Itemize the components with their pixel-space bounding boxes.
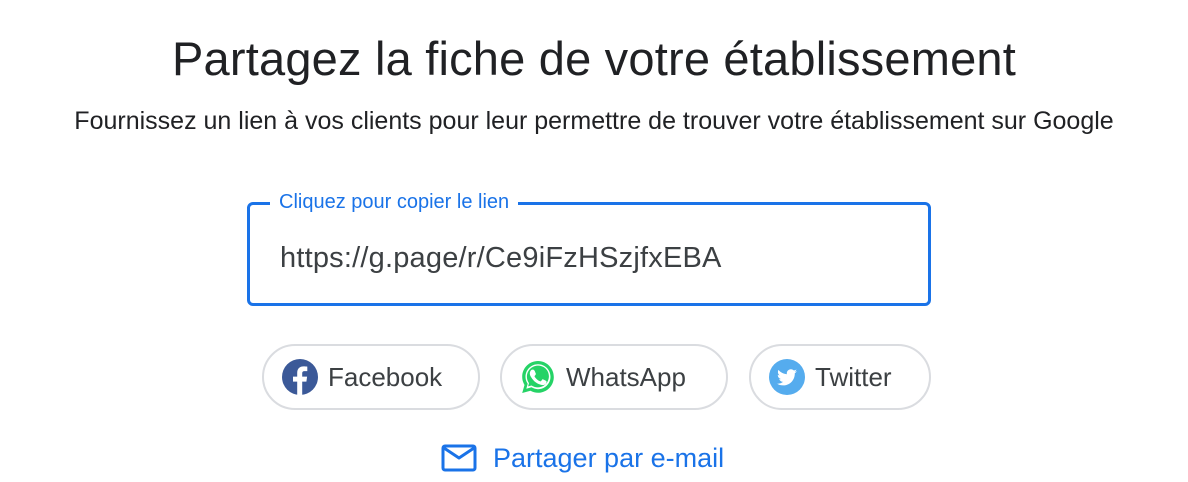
twitter-share-button[interactable]: Twitter bbox=[749, 344, 931, 410]
social-share-buttons: Facebook WhatsApp Twitter bbox=[0, 344, 1188, 410]
share-business-panel: Partagez la fiche de votre établissement… bbox=[0, 0, 1188, 482]
twitter-icon bbox=[769, 359, 805, 395]
whatsapp-icon bbox=[520, 359, 556, 395]
page-subtitle: Fournissez un lien à vos clients pour le… bbox=[74, 107, 1114, 135]
share-link-value[interactable]: https://g.page/r/Ce9iFzHSzjfxEBA bbox=[280, 239, 722, 277]
email-share-label: Partager par e-mail bbox=[493, 443, 725, 473]
email-share-link[interactable]: Partager par e-mail bbox=[441, 438, 724, 478]
copy-link-label: Cliquez pour copier le lien bbox=[270, 188, 519, 216]
whatsapp-share-button[interactable]: WhatsApp bbox=[500, 344, 728, 410]
facebook-share-label: Facebook bbox=[328, 362, 443, 392]
whatsapp-share-label: WhatsApp bbox=[566, 362, 686, 392]
copy-link-field[interactable]: Cliquez pour copier le lien https://g.pa… bbox=[247, 188, 931, 306]
mail-icon bbox=[441, 443, 477, 473]
twitter-share-label: Twitter bbox=[815, 362, 892, 392]
facebook-icon bbox=[282, 359, 318, 395]
facebook-share-button[interactable]: Facebook bbox=[262, 344, 480, 410]
page-title: Partagez la fiche de votre établissement bbox=[171, 32, 1017, 85]
